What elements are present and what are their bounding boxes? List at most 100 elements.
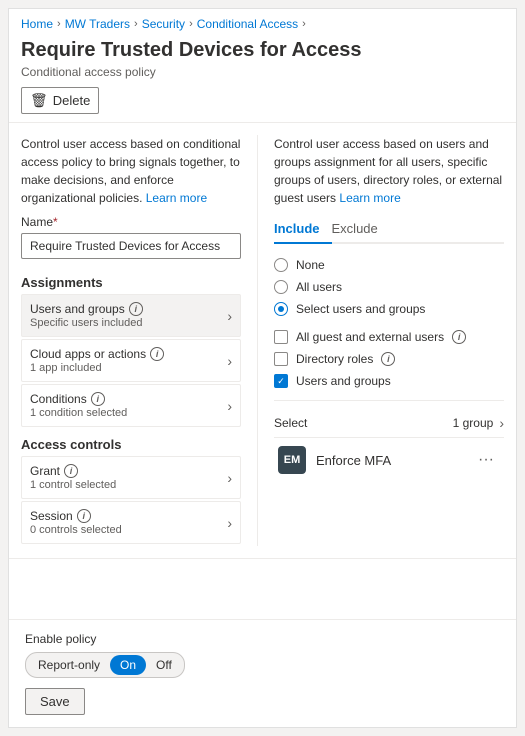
- include-exclude-tabs: Include Exclude: [274, 215, 504, 244]
- checkboxes-area: All guest and external users i Directory…: [274, 326, 504, 392]
- checkbox-directory-info-icon[interactable]: i: [381, 352, 395, 366]
- cloud-apps-content: Cloud apps or actions i 1 app included: [30, 347, 227, 374]
- radio-all-users-label: All users: [296, 280, 342, 294]
- grant-title: Grant i: [30, 464, 227, 478]
- radio-all-users-circle: [274, 280, 288, 294]
- checkbox-directory[interactable]: Directory roles i: [274, 348, 504, 370]
- select-group-row[interactable]: Select 1 group ›: [274, 409, 504, 438]
- tab-include[interactable]: Include: [274, 215, 332, 244]
- left-description: Control user access based on conditional…: [21, 135, 241, 207]
- session-info-icon[interactable]: i: [77, 509, 91, 523]
- select-chevron: ›: [499, 415, 504, 431]
- select-right: 1 group ›: [453, 415, 504, 431]
- checkbox-guest-box: [274, 330, 288, 344]
- conditions-chevron: ›: [227, 398, 232, 414]
- grant-subtitle: 1 control selected: [30, 479, 227, 491]
- radio-select-users-label: Select users and groups: [296, 302, 425, 316]
- left-panel: Control user access based on conditional…: [21, 135, 241, 546]
- right-description: Control user access based on users and g…: [274, 135, 504, 207]
- breadcrumb-sep-4: ›: [302, 18, 306, 30]
- learn-more-left[interactable]: Learn more: [146, 191, 207, 205]
- assignments-header: Assignments: [21, 275, 241, 290]
- title-area: Require Trusted Devices for Access Condi…: [9, 35, 516, 123]
- breadcrumb-conditional-access[interactable]: Conditional Access: [197, 17, 298, 31]
- save-button[interactable]: Save: [25, 688, 85, 715]
- checkbox-users-groups-box: ✓: [274, 374, 288, 388]
- page-title: Require Trusted Devices for Access: [21, 37, 504, 63]
- radio-select-users-circle: [274, 302, 288, 316]
- toggle-report-only[interactable]: Report-only: [28, 655, 110, 675]
- tab-exclude[interactable]: Exclude: [332, 215, 390, 244]
- toggle-off[interactable]: Off: [146, 655, 182, 675]
- conditions-content: Conditions i 1 condition selected: [30, 392, 227, 419]
- divider: [274, 400, 504, 401]
- session-row[interactable]: Session i 0 controls selected ›: [21, 501, 241, 544]
- delete-label: Delete: [53, 93, 91, 108]
- checkbox-directory-box: [274, 352, 288, 366]
- session-chevron: ›: [227, 515, 232, 531]
- conditions-title: Conditions i: [30, 392, 227, 406]
- cloud-apps-row[interactable]: Cloud apps or actions i 1 app included ›: [21, 339, 241, 382]
- checkbox-guest-info-icon[interactable]: i: [452, 330, 466, 344]
- group-item: EM Enforce MFA ···: [274, 438, 504, 482]
- group-avatar: EM: [278, 446, 306, 474]
- radio-none-circle: [274, 258, 288, 272]
- breadcrumb-home[interactable]: Home: [21, 17, 53, 31]
- conditions-info-icon[interactable]: i: [91, 392, 105, 406]
- right-panel: Control user access based on users and g…: [257, 135, 504, 546]
- access-controls-header: Access controls: [21, 437, 241, 452]
- toggle-on[interactable]: On: [110, 655, 146, 675]
- grant-content: Grant i 1 control selected: [30, 464, 227, 491]
- footer-area: Enable policy Report-only On Off Save: [9, 619, 516, 727]
- checkbox-users-groups-check: ✓: [277, 377, 285, 386]
- cloud-apps-info-icon[interactable]: i: [150, 347, 164, 361]
- users-groups-row[interactable]: Users and groups i Specific users includ…: [21, 294, 241, 337]
- grant-row[interactable]: Grant i 1 control selected ›: [21, 456, 241, 499]
- radio-all-users[interactable]: All users: [274, 276, 504, 298]
- radio-select-users[interactable]: Select users and groups: [274, 298, 504, 320]
- grant-info-icon[interactable]: i: [64, 464, 78, 478]
- grant-chevron: ›: [227, 470, 232, 486]
- breadcrumb-security[interactable]: Security: [142, 17, 185, 31]
- breadcrumb-sep-1: ›: [57, 18, 61, 30]
- users-groups-subtitle: Specific users included: [30, 317, 227, 329]
- conditions-row[interactable]: Conditions i 1 condition selected ›: [21, 384, 241, 427]
- checkbox-guest-label: All guest and external users: [296, 330, 444, 344]
- select-label: Select: [274, 416, 307, 430]
- main-content: Control user access based on conditional…: [9, 123, 516, 559]
- conditions-subtitle: 1 condition selected: [30, 407, 227, 419]
- radio-none-label: None: [296, 258, 325, 272]
- enable-policy-label: Enable policy: [25, 632, 500, 646]
- learn-more-right[interactable]: Learn more: [339, 191, 400, 205]
- checkbox-users-groups[interactable]: ✓ Users and groups: [274, 370, 504, 392]
- name-input[interactable]: [21, 233, 241, 259]
- radio-none[interactable]: None: [274, 254, 504, 276]
- delete-button[interactable]: 🗑 Delete: [21, 87, 99, 114]
- page-container: Home › MW Traders › Security › Condition…: [8, 8, 517, 728]
- radio-select-users-dot: [278, 306, 284, 312]
- checkbox-guest[interactable]: All guest and external users i: [274, 326, 504, 348]
- breadcrumb: Home › MW Traders › Security › Condition…: [9, 9, 516, 35]
- session-title: Session i: [30, 509, 227, 523]
- cloud-apps-title: Cloud apps or actions i: [30, 347, 227, 361]
- select-value: 1 group: [453, 416, 494, 430]
- users-groups-content: Users and groups i Specific users includ…: [30, 302, 227, 329]
- required-asterisk: *: [53, 215, 58, 229]
- page-subtitle: Conditional access policy: [21, 65, 504, 79]
- breadcrumb-sep-3: ›: [189, 18, 193, 30]
- toggle-group: Report-only On Off: [25, 652, 185, 678]
- session-content: Session i 0 controls selected: [30, 509, 227, 536]
- name-field-label: Name*: [21, 215, 241, 229]
- delete-icon: 🗑: [30, 92, 48, 109]
- checkbox-directory-label: Directory roles: [296, 352, 373, 366]
- users-groups-info-icon[interactable]: i: [129, 302, 143, 316]
- breadcrumb-mwtraders[interactable]: MW Traders: [65, 17, 130, 31]
- cloud-apps-subtitle: 1 app included: [30, 362, 227, 374]
- group-name: Enforce MFA: [316, 453, 462, 468]
- session-subtitle: 0 controls selected: [30, 524, 227, 536]
- breadcrumb-sep-2: ›: [134, 18, 138, 30]
- spacer: [9, 559, 516, 619]
- users-groups-title: Users and groups i: [30, 302, 227, 316]
- group-ellipsis-button[interactable]: ···: [472, 449, 500, 471]
- users-groups-chevron: ›: [227, 308, 232, 324]
